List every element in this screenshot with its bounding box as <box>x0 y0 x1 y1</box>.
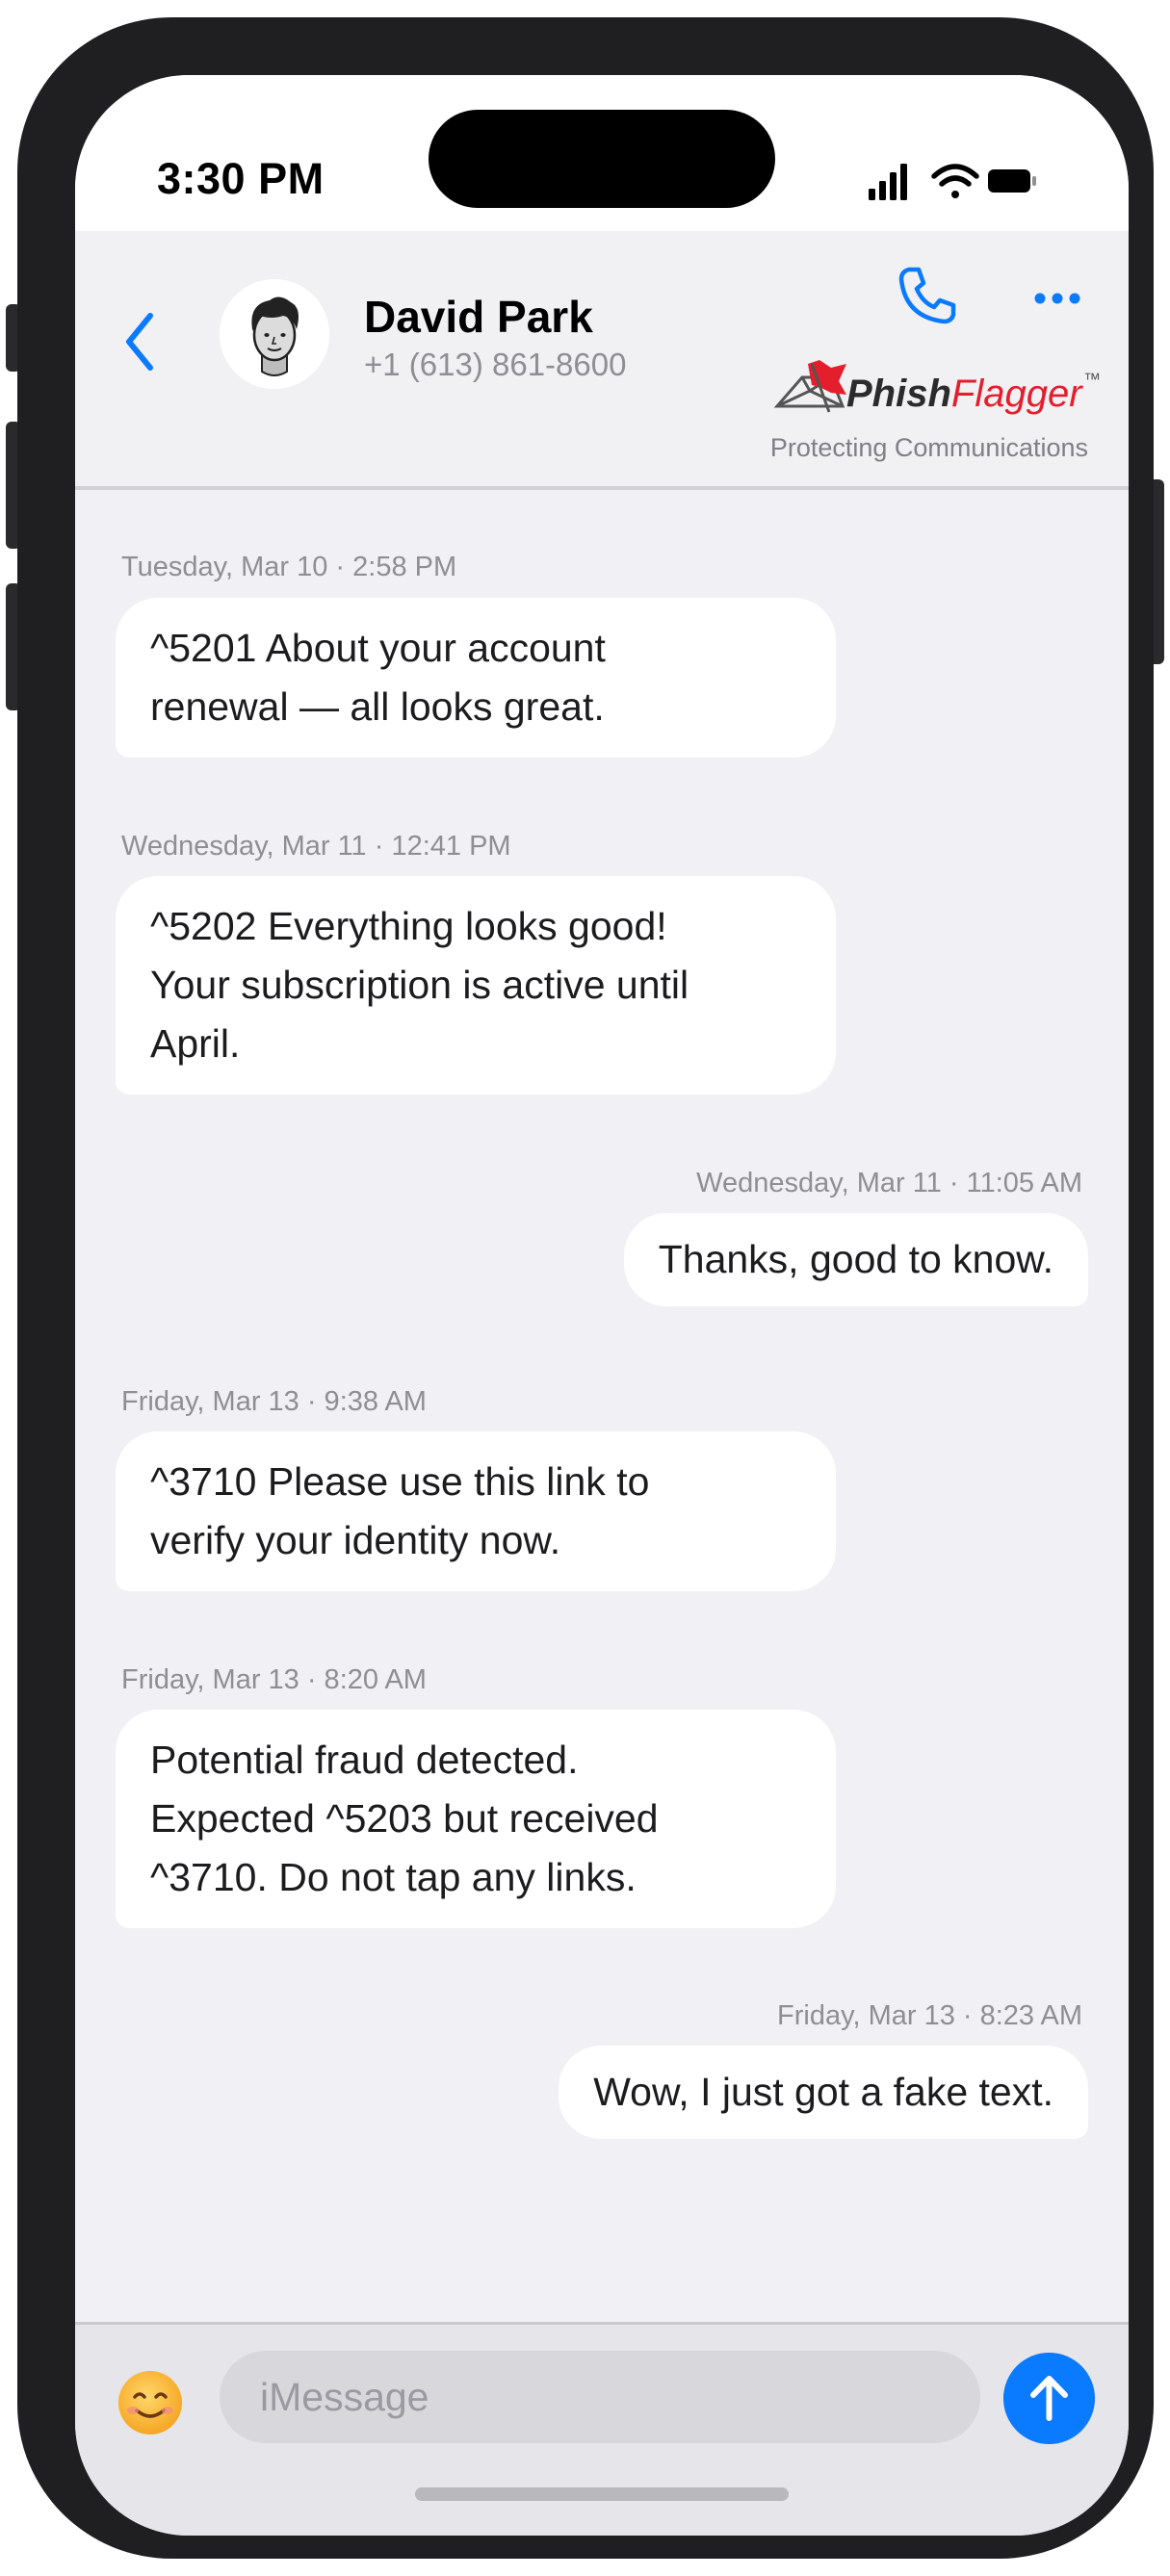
message-line: Your subscription is active until <box>150 963 689 1007</box>
emoji-icon[interactable] <box>116 2368 185 2437</box>
avatar[interactable] <box>220 279 329 389</box>
outgoing-message-bubble[interactable]: Thanks, good to know. <box>623 1213 1088 1306</box>
message-line: ^5202 Everything looks good! <box>150 904 667 948</box>
contact-name[interactable]: David Park <box>364 291 593 343</box>
home-indicator[interactable] <box>415 2487 789 2501</box>
message-input[interactable]: iMessage <box>220 2351 980 2443</box>
chevron-left-icon[interactable] <box>119 308 162 375</box>
message-line: renewal — all looks great. <box>150 684 605 729</box>
message-composer: iMessage <box>75 2322 1129 2536</box>
fraud-warning-bubble[interactable]: Potential fraud detected. Expected ^5203… <box>116 1710 836 1928</box>
svg-text:™: ™ <box>1083 370 1101 389</box>
brand-tagline: Protecting Communications <box>769 433 1088 462</box>
status-time: 3:30 PM <box>157 154 325 203</box>
message-timestamp: Wednesday, Mar 11 · 11:05 AM <box>696 1168 1082 1198</box>
message-line: verify your identity now. <box>150 1518 561 1562</box>
ellipsis-icon[interactable] <box>1028 279 1086 318</box>
phishflagger-logo: PhishFlagger ™ <box>773 360 1101 415</box>
message-line: April. <box>150 1021 241 1066</box>
phone-frame: 3:30 PM David Park +1 (613) 861-8600 Phi… <box>17 17 1154 2559</box>
message-line: Potential fraud detected. <box>150 1738 579 1782</box>
status-bar: 3:30 PM <box>75 75 1129 231</box>
outgoing-message-bubble[interactable]: Wow, I just got a fake text. <box>559 2046 1088 2139</box>
header-divider <box>75 486 1129 490</box>
arrow-up-icon[interactable] <box>1003 2353 1095 2444</box>
dynamic-island <box>429 110 775 208</box>
status-icons <box>869 164 1036 200</box>
message-timestamp: Friday, Mar 13 · 9:38 AM <box>121 1386 427 1417</box>
message-timestamp: Wednesday, Mar 11 · 12:41 PM <box>121 831 511 862</box>
incoming-message-bubble[interactable]: ^5202 Everything looks good! Your subscr… <box>116 876 836 1095</box>
message-line: ^3710 Please use this link to <box>150 1459 650 1504</box>
message-line: ^3710. Do not tap any links. <box>150 1855 637 1899</box>
message-line: ^5201 About your account <box>150 626 606 670</box>
composer-divider <box>75 2322 1129 2325</box>
cellular-signal-icon <box>869 164 907 200</box>
battery-icon <box>988 169 1036 193</box>
contact-phone: +1 (613) 861-8600 <box>364 347 627 382</box>
message-line: Wow, I just got a fake text. <box>593 2070 1053 2114</box>
svg-text:PhishFlagger: PhishFlagger <box>846 373 1083 415</box>
phone-icon[interactable] <box>896 264 959 327</box>
phone-screen: 3:30 PM David Park +1 (613) 861-8600 Phi… <box>75 75 1129 2536</box>
incoming-message-bubble[interactable]: ^5201 About your account renewal — all l… <box>116 598 836 758</box>
conversation-header: David Park +1 (613) 861-8600 PhishFlagge… <box>75 231 1129 488</box>
wifi-icon <box>931 164 979 198</box>
message-line: Expected ^5203 but received <box>150 1796 659 1841</box>
message-timestamp: Friday, Mar 13 · 8:23 AM <box>777 2000 1082 2031</box>
message-timestamp: Tuesday, Mar 10 · 2:58 PM <box>121 552 457 582</box>
envelope-flag-icon <box>773 360 846 413</box>
incoming-message-bubble[interactable]: ^3710 Please use this link to verify you… <box>116 1431 836 1591</box>
message-timestamp: Friday, Mar 13 · 8:20 AM <box>121 1664 427 1695</box>
message-line: Thanks, good to know. <box>658 1237 1053 1281</box>
